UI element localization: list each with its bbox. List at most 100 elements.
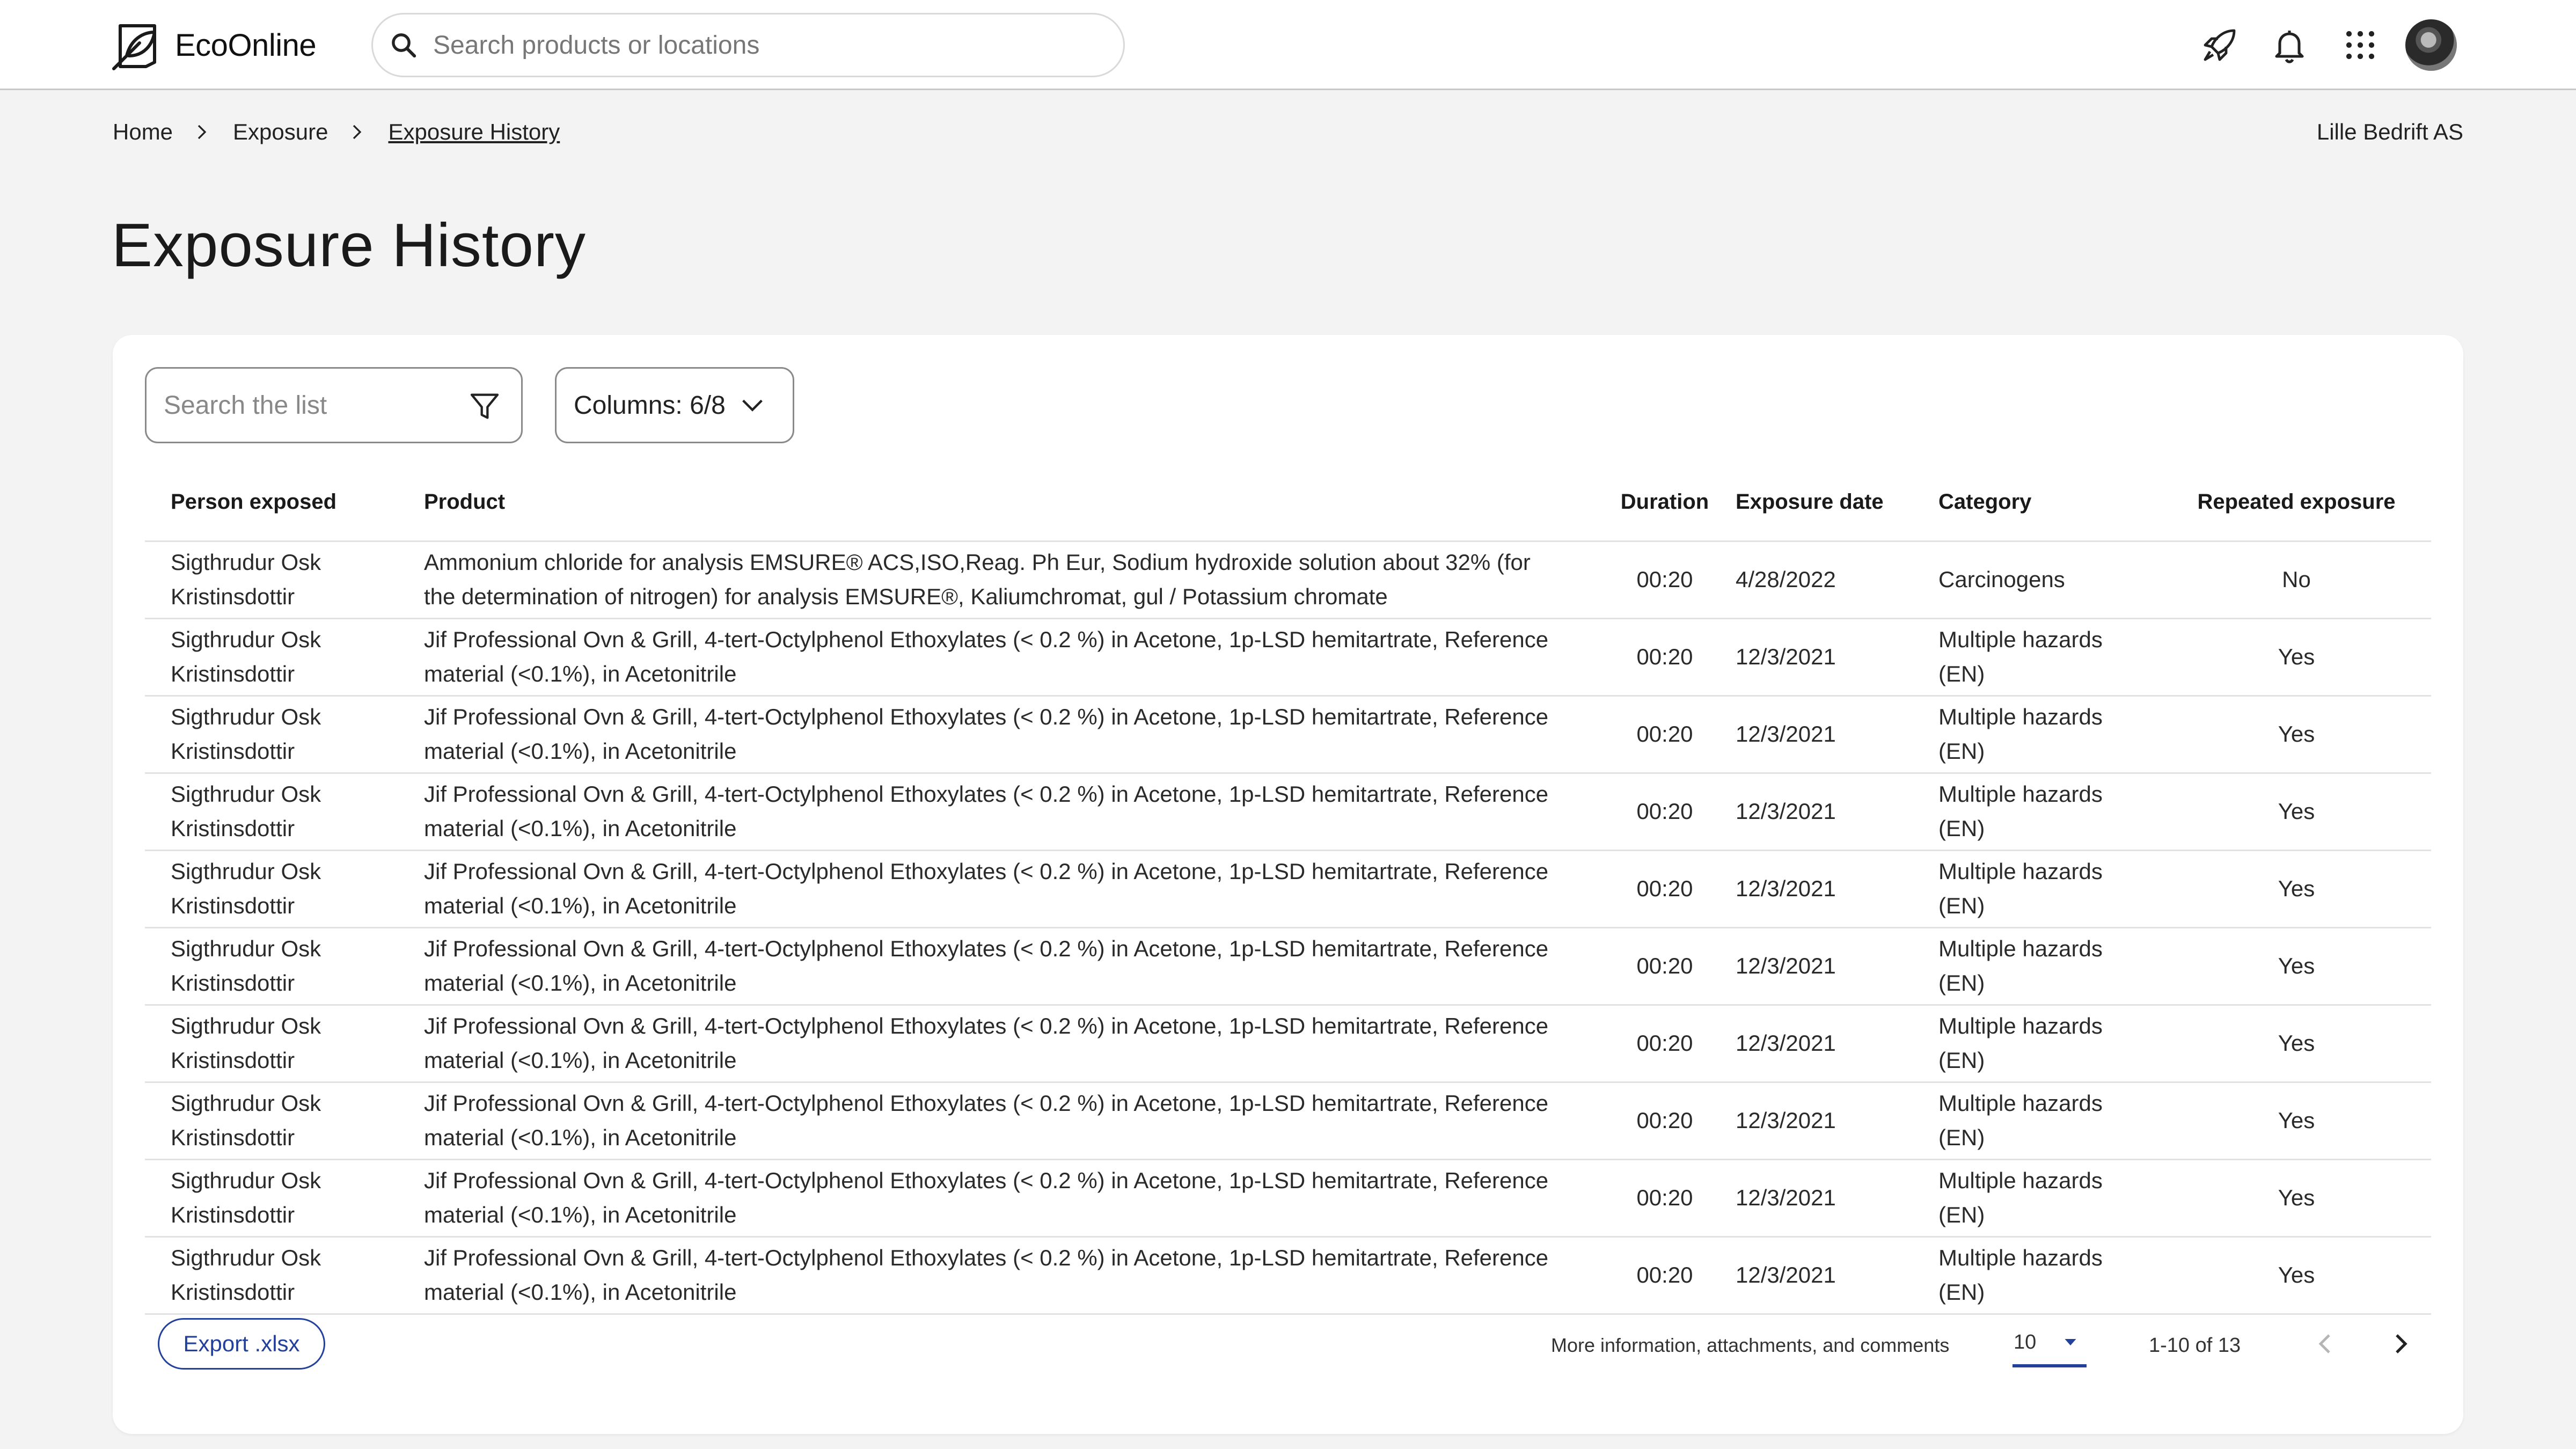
cell-duration-text: 00:20 xyxy=(1636,953,1693,978)
user-avatar[interactable] xyxy=(2405,19,2457,71)
cell-person: Sigthrudur Osk Kristinsdottir xyxy=(145,927,424,1006)
table-row[interactable]: Sigthrudur Osk Kristinsdottir Jif Profess… xyxy=(145,773,2431,851)
cell-category-text: Multiple hazards (EN) xyxy=(1938,704,2103,764)
next-page-button[interactable] xyxy=(2381,1324,2419,1363)
table-row[interactable]: Sigthrudur Osk Kristinsdottir Ammonium ch… xyxy=(145,541,2431,619)
column-header-category[interactable]: Category xyxy=(1938,464,2162,542)
export-xlsx-button[interactable]: Export .xlsx xyxy=(158,1318,325,1370)
cell-product: Jif Professional Ovn & Grill, 4-tert-Oct… xyxy=(424,696,1594,774)
breadcrumb-current[interactable]: Exposure History xyxy=(388,119,560,145)
global-search-box[interactable] xyxy=(371,13,1125,77)
list-search-box[interactable] xyxy=(145,367,523,443)
cell-person-text: Sigthrudur Osk Kristinsdottir xyxy=(171,704,321,764)
cell-exposure-date: 4/28/2022 xyxy=(1736,541,1938,619)
column-header-duration[interactable]: Duration xyxy=(1594,464,1736,542)
cell-person-text: Sigthrudur Osk Kristinsdottir xyxy=(171,1168,321,1227)
table-row[interactable]: Sigthrudur Osk Kristinsdottir Jif Profess… xyxy=(145,850,2431,928)
cell-category-text: Multiple hazards (EN) xyxy=(1938,1013,2103,1073)
rocket-icon xyxy=(2204,29,2236,61)
cell-product-text: Ammonium chloride for analysis EMSURE® A… xyxy=(424,550,1531,609)
cell-repeated-exposure: Yes xyxy=(2162,773,2431,851)
cell-product: Jif Professional Ovn & Grill, 4-tert-Oct… xyxy=(424,1159,1594,1238)
cell-duration: 00:20 xyxy=(1594,1159,1736,1238)
cell-product: Jif Professional Ovn & Grill, 4-tert-Oct… xyxy=(424,927,1594,1006)
cell-repeated-exposure: Yes xyxy=(2162,1005,2431,1083)
cell-duration-text: 00:20 xyxy=(1636,644,1693,669)
cell-product: Jif Professional Ovn & Grill, 4-tert-Oct… xyxy=(424,1236,1594,1315)
cell-exposure-date-text: 12/3/2021 xyxy=(1736,1108,1836,1133)
cell-repeated-exposure: Yes xyxy=(2162,927,2431,1006)
table-row[interactable]: Sigthrudur Osk Kristinsdottir Jif Profess… xyxy=(145,618,2431,697)
cell-exposure-date-text: 12/3/2021 xyxy=(1736,1185,1836,1210)
cell-repeated-exposure: Yes xyxy=(2162,1082,2431,1160)
breadcrumb-home[interactable]: Home xyxy=(113,119,173,145)
cell-product-text: Jif Professional Ovn & Grill, 4-tert-Oct… xyxy=(424,781,1549,841)
column-header-date[interactable]: Exposure date xyxy=(1736,464,1938,542)
cell-exposure-date: 12/3/2021 xyxy=(1736,696,1938,774)
cell-product-text: Jif Professional Ovn & Grill, 4-tert-Oct… xyxy=(424,859,1549,918)
cell-product: Jif Professional Ovn & Grill, 4-tert-Oct… xyxy=(424,1005,1594,1083)
table-row[interactable]: Sigthrudur Osk Kristinsdottir Jif Profess… xyxy=(145,927,2431,1006)
cell-duration: 00:20 xyxy=(1594,927,1736,1006)
cell-duration-text: 00:20 xyxy=(1636,1108,1693,1133)
cell-repeated-exposure-text: Yes xyxy=(2278,1262,2315,1287)
cell-category-text: Multiple hazards (EN) xyxy=(1938,1245,2103,1305)
cell-exposure-date: 12/3/2021 xyxy=(1736,927,1938,1006)
table-row[interactable]: Sigthrudur Osk Kristinsdottir Jif Profess… xyxy=(145,696,2431,774)
cell-person-text: Sigthrudur Osk Kristinsdottir xyxy=(171,1245,321,1305)
cell-product: Ammonium chloride for analysis EMSURE® A… xyxy=(424,541,1594,619)
columns-dropdown-button[interactable]: Columns: 6/8 xyxy=(555,367,794,443)
cell-category: Multiple hazards (EN) xyxy=(1938,696,2162,774)
table-row[interactable]: Sigthrudur Osk Kristinsdottir Jif Profess… xyxy=(145,1082,2431,1160)
apps-menu-button[interactable] xyxy=(2338,23,2383,68)
cell-person-text: Sigthrudur Osk Kristinsdottir xyxy=(171,936,321,996)
cell-product-text: Jif Professional Ovn & Grill, 4-tert-Oct… xyxy=(424,627,1549,686)
exposure-table: Person exposed Product Duration Exposure… xyxy=(145,464,2431,1315)
cell-repeated-exposure: Yes xyxy=(2162,1236,2431,1315)
cell-person: Sigthrudur Osk Kristinsdottir xyxy=(145,1236,424,1315)
column-header-repeated[interactable]: Repeated exposure xyxy=(2162,464,2431,542)
rocket-button[interactable] xyxy=(2197,23,2242,68)
breadcrumb-exposure[interactable]: Exposure xyxy=(233,119,328,145)
cell-repeated-exposure-text: Yes xyxy=(2278,721,2315,747)
cell-person-text: Sigthrudur Osk Kristinsdottir xyxy=(171,781,321,841)
cell-repeated-exposure-text: Yes xyxy=(2278,1108,2315,1133)
cell-duration-text: 00:20 xyxy=(1636,721,1693,747)
table-row[interactable]: Sigthrudur Osk Kristinsdottir Jif Profess… xyxy=(145,1005,2431,1083)
previous-page-button[interactable] xyxy=(2307,1324,2345,1363)
cell-duration: 00:20 xyxy=(1594,618,1736,697)
cell-exposure-date: 12/3/2021 xyxy=(1736,1236,1938,1315)
cell-exposure-date: 12/3/2021 xyxy=(1736,850,1938,928)
cell-duration-text: 00:20 xyxy=(1636,1262,1693,1287)
cell-exposure-date-text: 12/3/2021 xyxy=(1736,1030,1836,1056)
cell-duration: 00:20 xyxy=(1594,541,1736,619)
rows-per-page-select[interactable]: 10 xyxy=(2012,1320,2087,1367)
cell-repeated-exposure: Yes xyxy=(2162,696,2431,774)
cell-product: Jif Professional Ovn & Grill, 4-tert-Oct… xyxy=(424,850,1594,928)
cell-category-text: Carcinogens xyxy=(1938,567,2065,592)
table-row[interactable]: Sigthrudur Osk Kristinsdottir Jif Profess… xyxy=(145,1236,2431,1315)
cell-person: Sigthrudur Osk Kristinsdottir xyxy=(145,541,424,619)
company-name: Lille Bedrift AS xyxy=(2316,119,2463,144)
global-search-input[interactable] xyxy=(433,30,1077,60)
cell-person-text: Sigthrudur Osk Kristinsdottir xyxy=(171,550,321,609)
table-row[interactable]: Sigthrudur Osk Kristinsdottir Jif Profess… xyxy=(145,1159,2431,1238)
exposure-history-card: Columns: 6/8 Person exposed Product Dura… xyxy=(113,335,2463,1434)
notifications-button[interactable] xyxy=(2267,23,2312,68)
cell-person: Sigthrudur Osk Kristinsdottir xyxy=(145,1159,424,1238)
column-header-product[interactable]: Product xyxy=(424,464,1594,542)
cell-category: Multiple hazards (EN) xyxy=(1938,1236,2162,1315)
filter-icon[interactable] xyxy=(467,389,502,423)
pagination-range: 1-10 of 13 xyxy=(2149,1334,2241,1357)
cell-person-text: Sigthrudur Osk Kristinsdottir xyxy=(171,627,321,686)
top-navigation-bar: EcoOnline xyxy=(0,0,2576,90)
list-search-input[interactable] xyxy=(164,390,443,420)
cell-person: Sigthrudur Osk Kristinsdottir xyxy=(145,1005,424,1083)
cell-category-text: Multiple hazards (EN) xyxy=(1938,627,2103,686)
cell-duration-text: 00:20 xyxy=(1636,799,1693,824)
cell-exposure-date-text: 4/28/2022 xyxy=(1736,567,1836,592)
column-header-person[interactable]: Person exposed xyxy=(145,464,424,542)
cell-exposure-date: 12/3/2021 xyxy=(1736,773,1938,851)
ecoonline-logo[interactable]: EcoOnline xyxy=(112,19,317,71)
bell-icon xyxy=(2275,31,2304,63)
